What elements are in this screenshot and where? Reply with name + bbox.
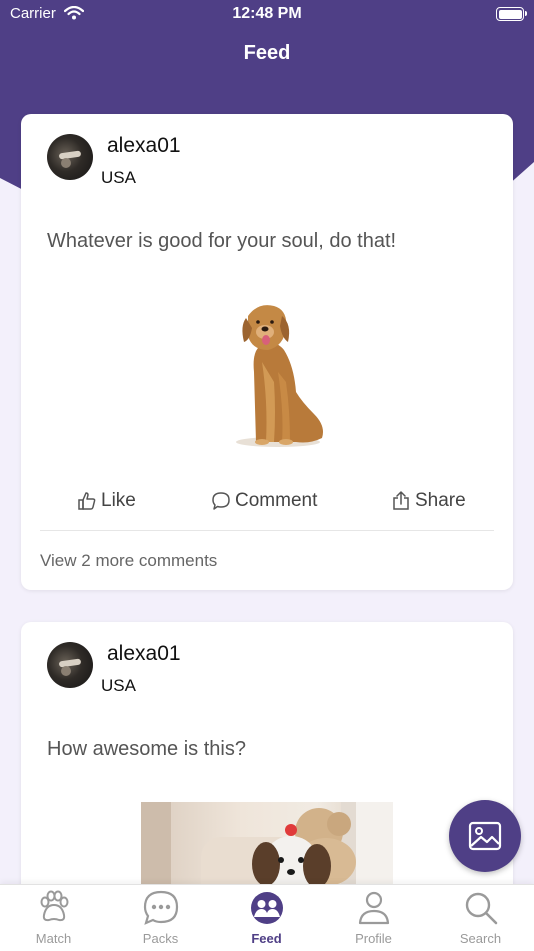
paw-icon: [40, 890, 69, 922]
view-more-comments-link[interactable]: View 2 more comments: [40, 551, 217, 571]
post-card: alexa01 USA Whatever is good for your so…: [21, 114, 513, 590]
post-username[interactable]: alexa01: [107, 642, 181, 666]
post-text: How awesome is this?: [47, 738, 246, 760]
thumbs-up-icon: [78, 492, 96, 510]
comment-button[interactable]: Comment: [211, 490, 317, 512]
comment-label: Comment: [235, 490, 318, 511]
post-actions: Like Comment Share: [21, 490, 513, 522]
tab-packs[interactable]: Packs: [107, 885, 214, 951]
battery-icon: [496, 7, 527, 21]
image-icon: [468, 821, 502, 851]
group-icon: [251, 892, 283, 924]
post-country: USA: [101, 168, 136, 187]
chat-bubble-icon: [143, 890, 179, 925]
tab-label: Match: [35, 931, 72, 946]
post-country: USA: [101, 676, 136, 695]
like-button[interactable]: Like: [77, 490, 136, 512]
divider: [40, 530, 494, 531]
tab-label: Feed: [251, 931, 282, 946]
add-photo-button[interactable]: [449, 800, 521, 872]
tab-label: Search: [459, 931, 502, 946]
like-label: Like: [101, 490, 136, 511]
status-bar: Carrier 12:48 PM: [0, 0, 534, 30]
tab-label: Profile: [355, 931, 392, 946]
search-icon: [465, 892, 498, 925]
page-title: Feed: [243, 42, 291, 64]
share-icon: [393, 491, 409, 510]
share-label: Share: [415, 490, 466, 511]
status-time: 12:48 PM: [232, 5, 302, 22]
avatar[interactable]: [47, 134, 93, 180]
tab-label: Packs: [142, 931, 179, 946]
tab-feed[interactable]: Feed: [213, 885, 320, 951]
post-username[interactable]: alexa01: [107, 134, 181, 158]
post-image[interactable]: [218, 302, 330, 450]
comment-icon: [212, 492, 230, 510]
tab-bar: Match Packs Feed Profile Search: [0, 884, 534, 951]
avatar[interactable]: [47, 642, 93, 688]
tab-profile[interactable]: Profile: [320, 885, 427, 951]
tab-match[interactable]: Match: [0, 885, 107, 951]
tab-search[interactable]: Search: [427, 885, 534, 951]
post-text: Whatever is good for your soul, do that!: [47, 230, 397, 252]
share-button[interactable]: Share: [391, 490, 466, 512]
person-icon: [358, 891, 390, 925]
